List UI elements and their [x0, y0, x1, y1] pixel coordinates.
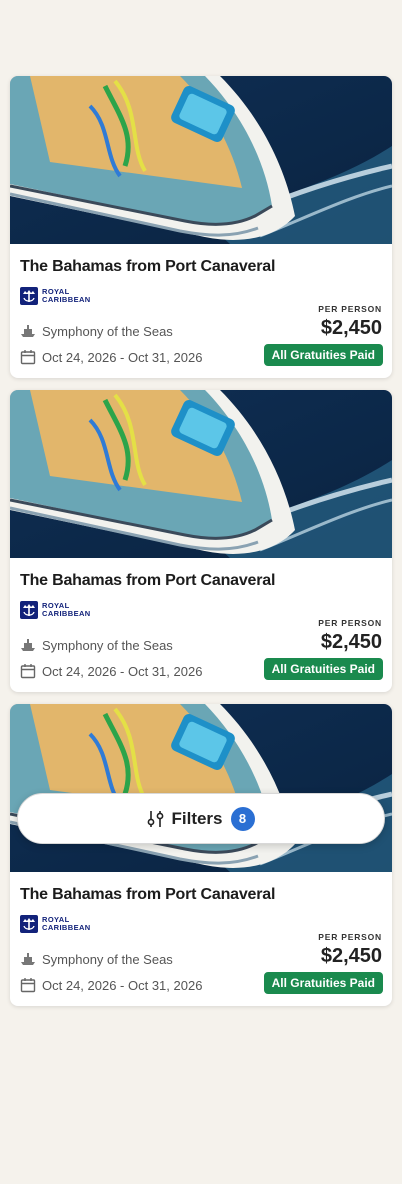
price-caption: PER PERSON [318, 932, 382, 942]
price-block: PER PERSON $2,450 [318, 304, 382, 340]
cruise-title: The Bahamas from Port Canaveral [20, 886, 276, 903]
ship-icon [21, 639, 35, 651]
cruise-title: The Bahamas from Port Canaveral [20, 258, 276, 275]
cruise-title: The Bahamas from Port Canaveral [20, 572, 276, 589]
price-block: PER PERSON $2,450 [318, 932, 382, 968]
price-amount: $2,450 [320, 631, 382, 653]
cruise-card[interactable]: The Bahamas from Port Canaveral ROYAL CA… [10, 390, 392, 692]
cruise-ship-photo [10, 390, 392, 558]
calendar-icon [20, 350, 36, 365]
calendar-icon [20, 664, 36, 679]
gratuities-badge: All Gratuities Paid [263, 344, 383, 366]
filters-button[interactable]: Filters 8 [17, 793, 385, 844]
cruise-card[interactable]: The Bahamas from Port Canaveral ROYAL CA… [10, 704, 392, 1006]
cruise-ship-photo [10, 704, 392, 872]
date-info: Oct 24, 2026 - Oct 31, 2026 [20, 977, 202, 993]
crown-anchor-logo-icon [20, 601, 38, 619]
filters-label: Filters [171, 808, 223, 828]
cruise-ship-photo [10, 76, 392, 244]
price-amount: $2,450 [320, 945, 382, 967]
calendar-icon [20, 978, 36, 993]
gratuities-badge: All Gratuities Paid [263, 972, 383, 994]
price-block: PER PERSON $2,450 [318, 618, 382, 654]
filters-count-badge: 8 [230, 806, 255, 831]
sail-dates: Oct 24, 2026 - Oct 31, 2026 [42, 349, 203, 365]
cruise-card[interactable]: The Bahamas from Port Canaveral ROYAL CA… [10, 76, 392, 378]
cruise-line-logo: ROYAL CARIBBEAN [20, 915, 91, 933]
price-caption: PER PERSON [318, 304, 382, 314]
gratuities-badge: All Gratuities Paid [263, 658, 383, 680]
ship-info: Symphony of the Seas [20, 951, 173, 967]
ship-info: Symphony of the Seas [20, 637, 173, 653]
ship-name: Symphony of the Seas [42, 323, 173, 339]
brand-line2: CARIBBEAN [42, 609, 91, 618]
crown-anchor-logo-icon [20, 915, 38, 933]
date-info: Oct 24, 2026 - Oct 31, 2026 [20, 663, 202, 679]
cruise-results-list: The Bahamas from Port Canaveral ROYAL CA… [10, 76, 392, 1018]
sliders-icon [148, 810, 164, 827]
ship-name: Symphony of the Seas [42, 951, 173, 967]
price-amount: $2,450 [320, 317, 382, 339]
crown-anchor-logo-icon [20, 287, 38, 305]
cruise-line-logo: ROYAL CARIBBEAN [20, 601, 91, 619]
cruise-line-logo: ROYAL CARIBBEAN [20, 287, 91, 305]
ship-info: Symphony of the Seas [20, 323, 173, 339]
sail-dates: Oct 24, 2026 - Oct 31, 2026 [42, 977, 203, 993]
ship-icon [21, 953, 35, 965]
brand-line2: CARIBBEAN [42, 295, 91, 304]
price-caption: PER PERSON [318, 618, 382, 628]
ship-icon [21, 325, 35, 337]
ship-name: Symphony of the Seas [42, 637, 173, 653]
brand-line2: CARIBBEAN [42, 923, 91, 932]
sail-dates: Oct 24, 2026 - Oct 31, 2026 [42, 663, 203, 679]
date-info: Oct 24, 2026 - Oct 31, 2026 [20, 349, 202, 365]
